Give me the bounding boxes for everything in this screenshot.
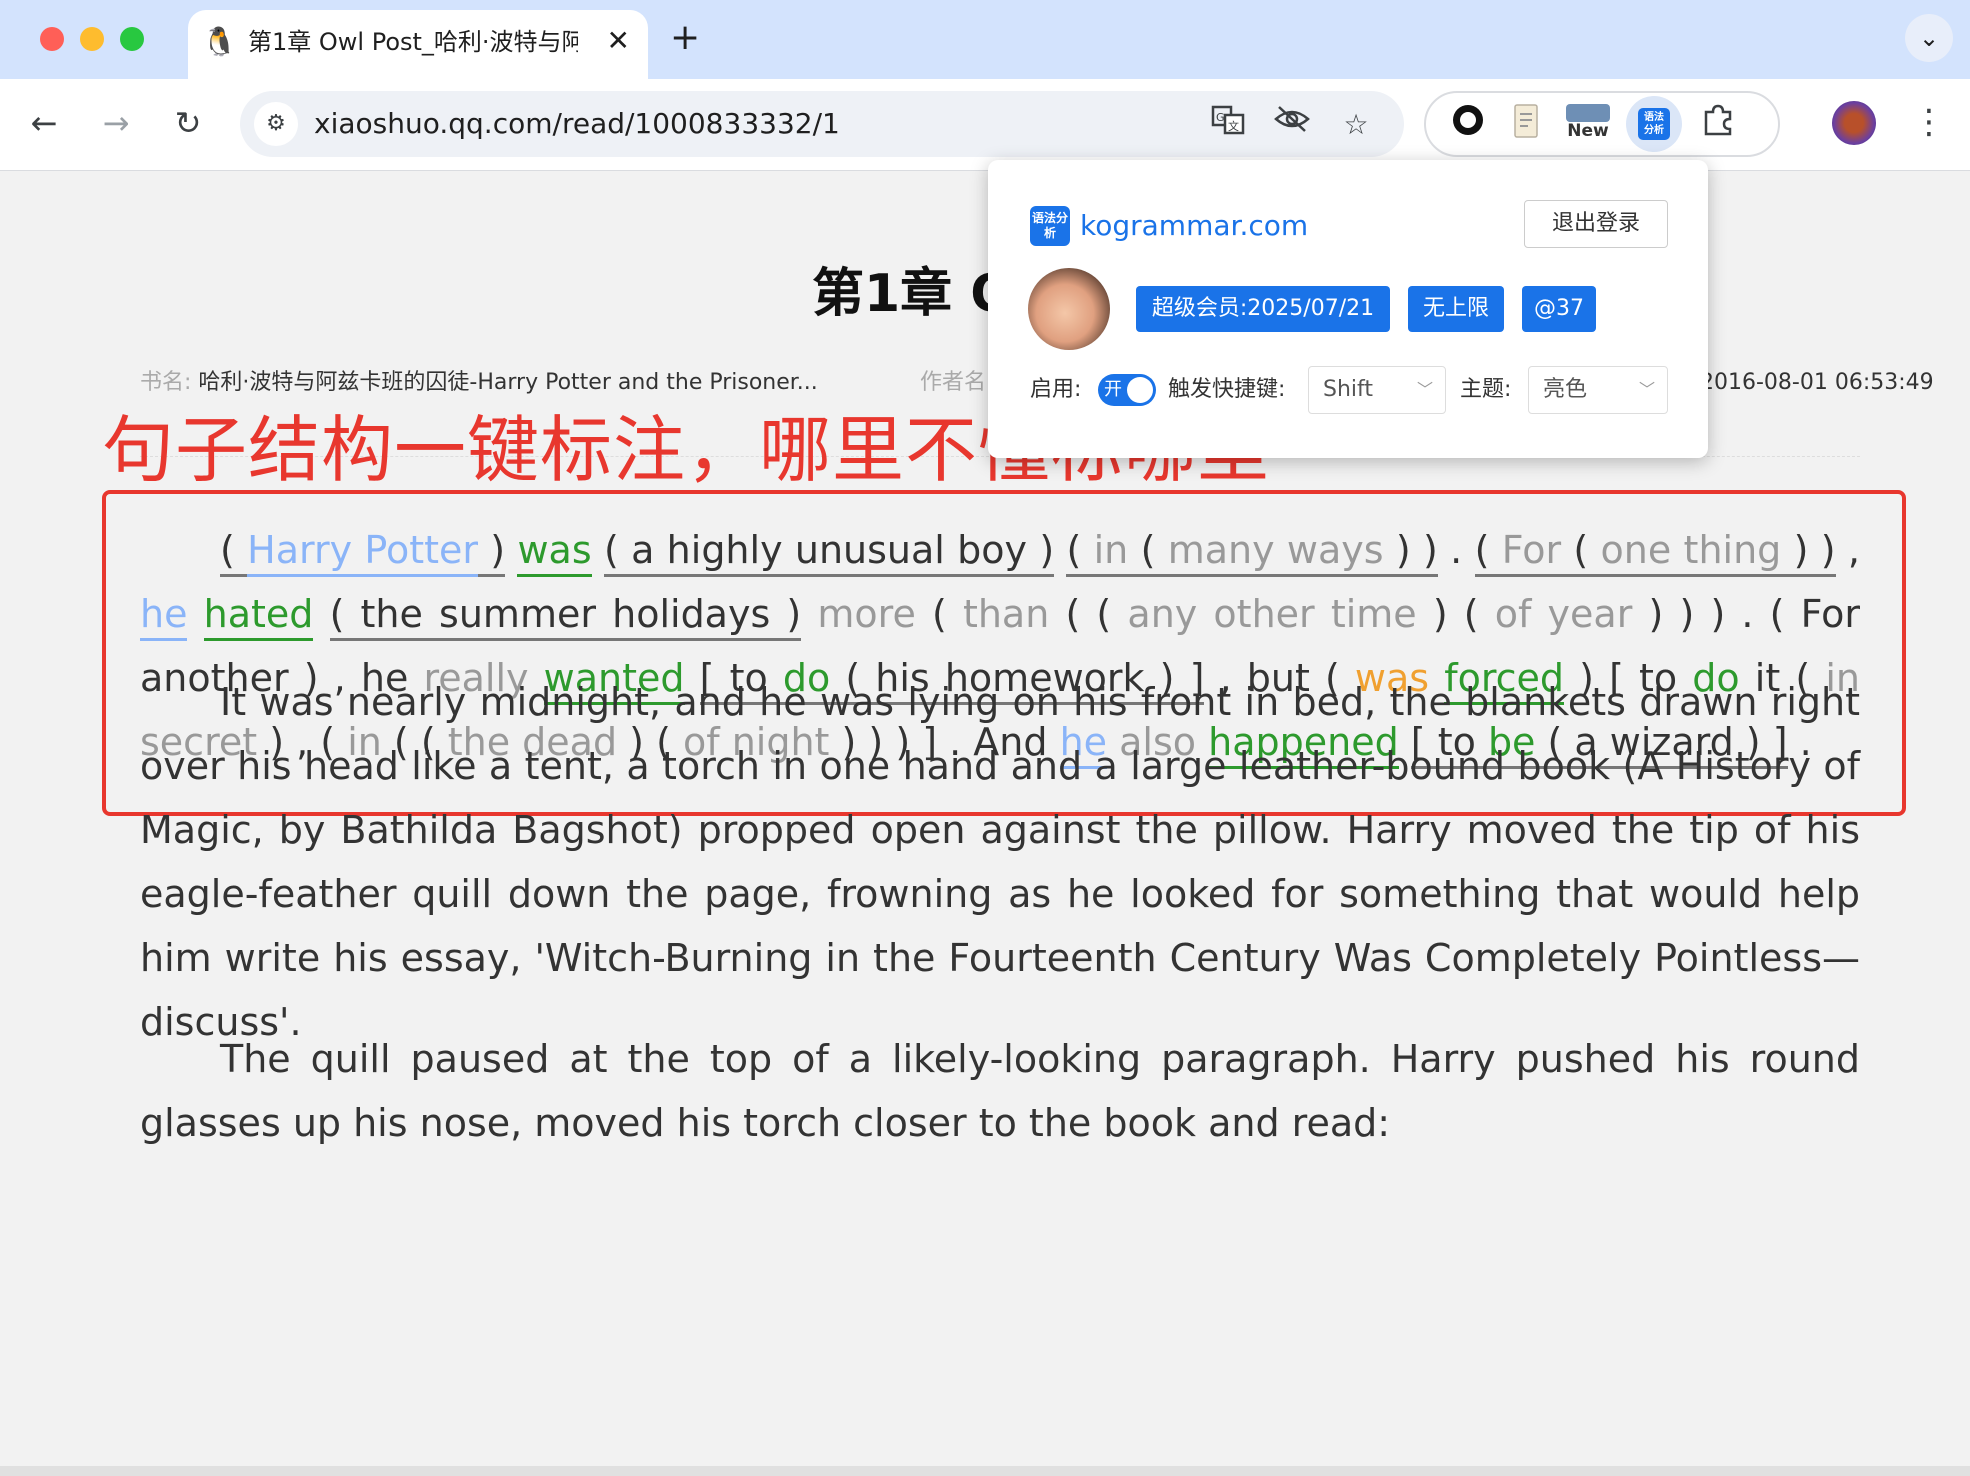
enable-label: 启用: (1030, 377, 1082, 402)
hotkey-select[interactable]: Shift ﹀ (1308, 366, 1446, 414)
new-badge-extension-icon[interactable]: New (1562, 102, 1614, 146)
record-extension-icon[interactable] (1446, 102, 1490, 146)
theme-value: 亮色 (1543, 377, 1588, 402)
body-paragraph: The quill paused at the top of a likely-… (140, 1037, 1860, 1145)
toggle-text: 开 (1104, 379, 1122, 400)
grammar-logo-icon: 语法分析 (1030, 206, 1070, 246)
eye-off-icon[interactable] (1270, 103, 1314, 147)
user-avatar (1028, 268, 1110, 350)
maximize-window-button[interactable] (120, 27, 144, 51)
chevron-down-icon: ﹀ (1416, 380, 1433, 399)
toggle-knob (1127, 377, 1153, 403)
browser-tab[interactable]: 🐧 第1章 Owl Post_哈利·波特与阿 ✕ (188, 10, 648, 79)
browser-toolbar: ← → ↻ ⚙ xiaoshuo.qq.com/read/1000833332/… (0, 79, 1970, 171)
tab-bar: 🐧 第1章 Owl Post_哈利·波特与阿 ✕ + ⌄ (0, 0, 1970, 79)
hotkey-label: 触发快捷键: (1168, 377, 1286, 402)
address-bar[interactable]: ⚙ xiaoshuo.qq.com/read/1000833332/1 G文 ☆ (240, 91, 1404, 157)
qq-penguin-icon: 🐧 (202, 25, 237, 58)
extensions-group: New 语法 分析 (1424, 91, 1780, 157)
close-tab-icon[interactable]: ✕ (607, 24, 630, 58)
enable-toggle[interactable]: 开 (1098, 374, 1156, 406)
book-name: 哈利·波特与阿兹卡班的囚徒-Harry Potter and the Priso… (198, 370, 818, 395)
back-arrow-icon[interactable]: ← (20, 99, 68, 147)
membership-badge: 超级会员:2025/07/21 (1136, 286, 1390, 332)
theme-select[interactable]: 亮色 ﹀ (1528, 366, 1668, 414)
translate-icon[interactable]: G文 (1206, 103, 1250, 147)
author-label: 作者名 (920, 370, 987, 395)
svg-text:G: G (1216, 111, 1225, 124)
tab-search-button[interactable]: ⌄ (1905, 14, 1953, 62)
bookmark-star-icon[interactable]: ☆ (1334, 103, 1378, 147)
new-tab-button[interactable]: + (670, 16, 700, 60)
minimize-window-button[interactable] (80, 27, 104, 51)
publish-date: 2016-08-01 06:53:49 (1700, 370, 1934, 395)
count-badge: @37 (1522, 286, 1596, 332)
book-meta: 书名: 哈利·波特与阿兹卡班的囚徒-Harry Potter and the P… (140, 368, 818, 398)
profile-avatar[interactable] (1832, 101, 1876, 145)
chevron-down-icon: ﹀ (1638, 380, 1655, 399)
site-info-icon[interactable]: ⚙ (254, 102, 298, 146)
puzzle-extensions-icon[interactable] (1696, 102, 1740, 146)
bottom-bar (0, 1466, 1970, 1476)
chapter-title: 第1章 O (812, 264, 1015, 324)
logout-button[interactable]: 退出登录 (1524, 200, 1668, 248)
tab-title: 第1章 Owl Post_哈利·波特与阿 (248, 28, 578, 56)
grammar-extension-icon[interactable]: 语法 分析 (1626, 96, 1682, 152)
theme-label: 主题: (1460, 377, 1512, 402)
close-window-button[interactable] (40, 27, 64, 51)
popup-site-link[interactable]: kogrammar.com (1080, 206, 1308, 246)
unlimited-badge: 无上限 (1408, 286, 1504, 332)
grammar-extension-popup: 语法分析 kogrammar.com 退出登录 超级会员:2025/07/21 … (988, 160, 1708, 458)
url-text[interactable]: xiaoshuo.qq.com/read/1000833332/1 (314, 107, 840, 141)
body-paragraph: It was nearly midnight, and he was lying… (140, 680, 1860, 1044)
book-label: 书名: (140, 370, 192, 395)
reload-icon[interactable]: ↻ (164, 99, 212, 147)
document-extension-icon[interactable] (1504, 102, 1548, 146)
author-meta: 作者名 (920, 368, 986, 398)
browser-menu-icon[interactable]: ⋮ (1912, 97, 1946, 147)
hotkey-value: Shift (1323, 377, 1374, 402)
forward-arrow-icon[interactable]: → (92, 99, 140, 147)
svg-text:文: 文 (1228, 119, 1239, 133)
